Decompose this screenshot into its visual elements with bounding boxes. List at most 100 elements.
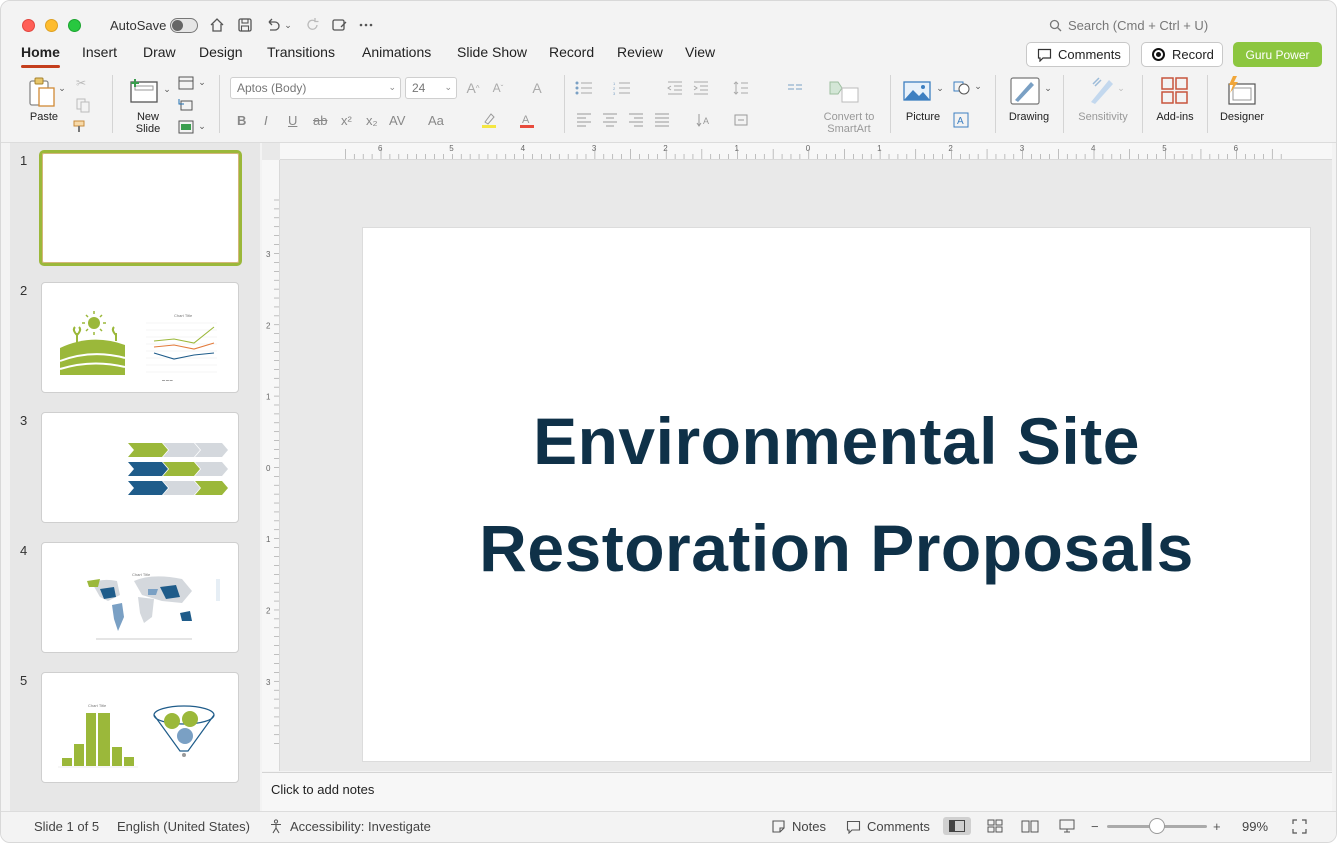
present-from-start-icon[interactable]: [329, 15, 349, 35]
tab-home[interactable]: Home: [21, 44, 60, 68]
text-box-icon[interactable]: A: [952, 111, 970, 129]
tab-slide-show[interactable]: Slide Show: [457, 44, 527, 60]
align-center-icon[interactable]: [601, 111, 619, 129]
new-slide-icon: [130, 79, 158, 103]
slide-thumbnail-2[interactable]: Chart Title ▬ ▬ ▬: [41, 282, 239, 393]
search-box[interactable]: Search (Cmd + Ctrl + U): [1049, 18, 1208, 33]
undo-dropdown-icon[interactable]: ⌄: [281, 15, 295, 35]
slide-sorter-view-button[interactable]: [981, 817, 1009, 835]
tab-record[interactable]: Record: [549, 44, 594, 60]
text-direction-icon[interactable]: A: [695, 111, 713, 129]
new-slide-button[interactable]: [128, 75, 162, 107]
language-indicator[interactable]: English (United States): [117, 819, 250, 834]
columns-icon[interactable]: [786, 79, 804, 97]
underline-icon[interactable]: U: [288, 113, 297, 128]
comments-toggle-button[interactable]: Comments: [846, 819, 930, 834]
character-spacing-icon[interactable]: AV: [389, 113, 405, 128]
font-size-select[interactable]: 24 ⌄: [405, 77, 457, 99]
increase-indent-icon[interactable]: [692, 79, 710, 97]
current-slide[interactable]: Environmental Site Restoration Proposals: [363, 228, 1310, 761]
section-dropdown-icon[interactable]: ⌄: [197, 121, 207, 132]
italic-icon[interactable]: I: [264, 113, 268, 128]
smartart-icon[interactable]: [827, 77, 861, 105]
window-maximize-button[interactable]: [68, 19, 81, 32]
picture-dropdown-icon[interactable]: ⌄: [935, 83, 945, 94]
align-text-icon[interactable]: [732, 111, 750, 129]
zoom-level[interactable]: 99%: [1242, 819, 1268, 834]
guru-power-button[interactable]: Guru Power: [1233, 42, 1322, 67]
undo-icon[interactable]: [263, 15, 283, 35]
sensitivity-icon[interactable]: [1086, 75, 1116, 107]
change-case-icon[interactable]: Aa: [428, 113, 444, 128]
font-name-select[interactable]: Aptos (Body) ⌄: [230, 77, 401, 99]
autosave-toggle[interactable]: [170, 18, 198, 33]
drawing-dropdown-icon[interactable]: ⌄: [1043, 83, 1053, 94]
picture-label: Picture: [905, 111, 941, 123]
slide-show-view-button[interactable]: [1053, 817, 1081, 835]
highlight-icon[interactable]: [480, 111, 498, 129]
shapes-icon[interactable]: [952, 79, 972, 97]
bullets-icon[interactable]: [574, 79, 594, 97]
tab-view[interactable]: View: [685, 44, 715, 60]
clear-formatting-icon[interactable]: A: [528, 79, 546, 97]
slide-title[interactable]: Environmental Site Restoration Proposals: [457, 388, 1217, 602]
fit-to-window-button[interactable]: [1292, 819, 1307, 834]
designer-icon[interactable]: [1224, 75, 1258, 107]
save-icon[interactable]: [235, 15, 255, 35]
line-spacing-icon[interactable]: [732, 79, 750, 97]
align-right-icon[interactable]: [627, 111, 645, 129]
slide-thumbnail-5[interactable]: Chart Title: [41, 672, 239, 783]
layout-icon[interactable]: [177, 75, 195, 91]
window-close-button[interactable]: [22, 19, 35, 32]
cut-icon[interactable]: ✂: [73, 75, 89, 91]
copy-icon[interactable]: [73, 97, 93, 113]
justify-icon[interactable]: [653, 111, 671, 129]
align-left-icon[interactable]: [575, 111, 593, 129]
slide-thumbnail-4[interactable]: Chart Title: [41, 542, 239, 653]
ruler-label: 1: [266, 393, 271, 402]
reset-slide-icon[interactable]: [177, 97, 195, 113]
grow-font-icon[interactable]: A ^: [464, 79, 482, 97]
addins-icon[interactable]: [1159, 75, 1191, 107]
shapes-dropdown-icon[interactable]: ⌄: [973, 81, 983, 92]
tab-review[interactable]: Review: [617, 44, 663, 60]
zoom-slider-thumb[interactable]: [1149, 818, 1165, 834]
new-slide-dropdown-icon[interactable]: ⌄: [162, 84, 172, 95]
notes-pane[interactable]: Click to add notes: [262, 772, 1332, 811]
picture-icon[interactable]: [901, 77, 933, 105]
tab-draw[interactable]: Draw: [143, 44, 176, 60]
reading-view-button[interactable]: [1016, 817, 1044, 835]
home-icon[interactable]: [207, 15, 227, 35]
paste-dropdown-icon[interactable]: ⌄: [57, 83, 67, 94]
section-icon[interactable]: [177, 119, 195, 135]
normal-view-button[interactable]: [943, 817, 971, 835]
tab-design[interactable]: Design: [199, 44, 243, 60]
drawing-icon[interactable]: [1008, 75, 1042, 107]
zoom-in-icon[interactable]: +: [1213, 819, 1221, 834]
more-options-icon[interactable]: [356, 15, 376, 35]
format-painter-icon[interactable]: [73, 119, 89, 135]
redo-icon[interactable]: [303, 15, 323, 35]
sensitivity-dropdown-icon[interactable]: ⌄: [1116, 83, 1126, 94]
window-minimize-button[interactable]: [45, 19, 58, 32]
layout-dropdown-icon[interactable]: ⌄: [197, 77, 207, 88]
slide-thumbnail-1[interactable]: [39, 150, 242, 266]
bold-icon[interactable]: B: [237, 113, 246, 128]
strikethrough-icon[interactable]: ab: [313, 113, 327, 128]
comments-button[interactable]: Comments: [1026, 42, 1130, 67]
tab-transitions[interactable]: Transitions: [267, 44, 335, 60]
decrease-indent-icon[interactable]: [666, 79, 684, 97]
tab-animations[interactable]: Animations: [362, 44, 431, 60]
numbering-icon[interactable]: 123: [612, 79, 632, 97]
tab-insert[interactable]: Insert: [82, 44, 117, 60]
superscript-icon[interactable]: x²: [341, 113, 352, 128]
notes-toggle-button[interactable]: Notes: [771, 819, 826, 834]
shrink-font-icon[interactable]: Aˇ: [489, 79, 507, 97]
slide-thumbnail-3[interactable]: [41, 412, 239, 523]
font-color-icon[interactable]: A: [518, 111, 536, 129]
subscript-icon[interactable]: x₂: [366, 113, 378, 128]
accessibility-button[interactable]: Accessibility: Investigate: [269, 819, 431, 834]
paste-button[interactable]: [25, 75, 59, 109]
zoom-out-icon[interactable]: −: [1091, 819, 1099, 834]
record-button[interactable]: Record: [1141, 42, 1223, 67]
